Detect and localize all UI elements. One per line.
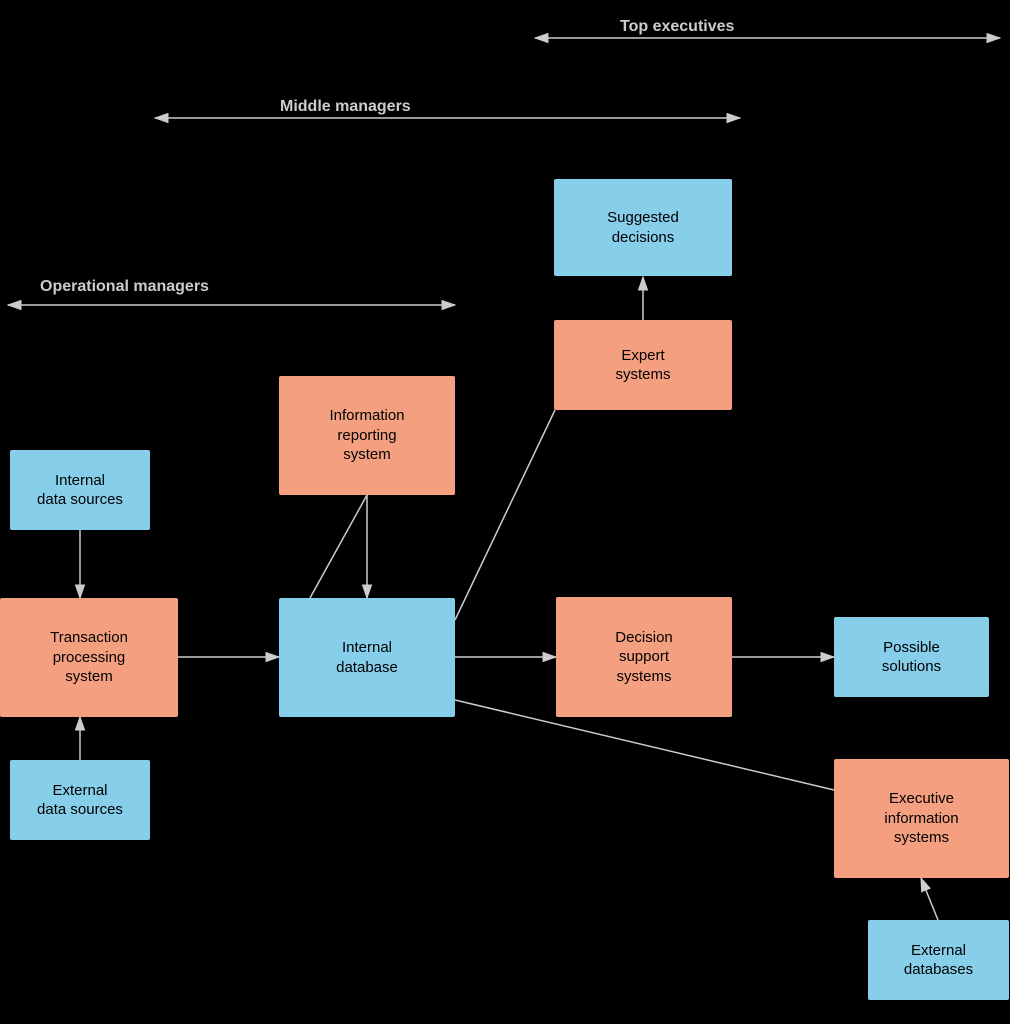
operational-managers-label: Operational managers: [40, 278, 209, 296]
internal-data-sources-box: Internaldata sources: [10, 450, 150, 530]
top-executives-label: Top executives: [620, 18, 734, 36]
diagram-container: Top executives Middle managers Operation…: [0, 0, 1010, 1024]
executive-information-label: Executiveinformationsystems: [884, 789, 958, 848]
possible-solutions-box: Possiblesolutions: [834, 617, 989, 697]
information-reporting-label: Informationreportingsystem: [329, 406, 404, 465]
executive-information-box: Executiveinformationsystems: [834, 759, 1009, 878]
possible-solutions-label: Possiblesolutions: [882, 638, 941, 677]
expert-systems-label: Expertsystems: [615, 346, 670, 385]
external-databases-box: Externaldatabases: [868, 920, 1009, 1000]
external-databases-label: Externaldatabases: [904, 941, 973, 980]
external-data-sources-box: Externaldata sources: [10, 760, 150, 840]
transaction-processing-box: Transactionprocessingsystem: [0, 598, 178, 717]
information-reporting-box: Informationreportingsystem: [279, 376, 455, 495]
internal-database-label: Internaldatabase: [336, 638, 398, 677]
suggested-decisions-label: Suggesteddecisions: [607, 208, 679, 247]
internal-database-box: Internaldatabase: [279, 598, 455, 717]
transaction-processing-label: Transactionprocessingsystem: [50, 628, 128, 687]
expert-systems-box: Expertsystems: [554, 320, 732, 410]
external-data-sources-label: Externaldata sources: [37, 781, 123, 820]
middle-managers-label: Middle managers: [280, 98, 411, 116]
decision-support-box: Decisionsupportsystems: [556, 597, 732, 717]
decision-support-label: Decisionsupportsystems: [615, 628, 673, 687]
internal-data-sources-label: Internaldata sources: [37, 471, 123, 510]
suggested-decisions-box: Suggesteddecisions: [554, 179, 732, 276]
